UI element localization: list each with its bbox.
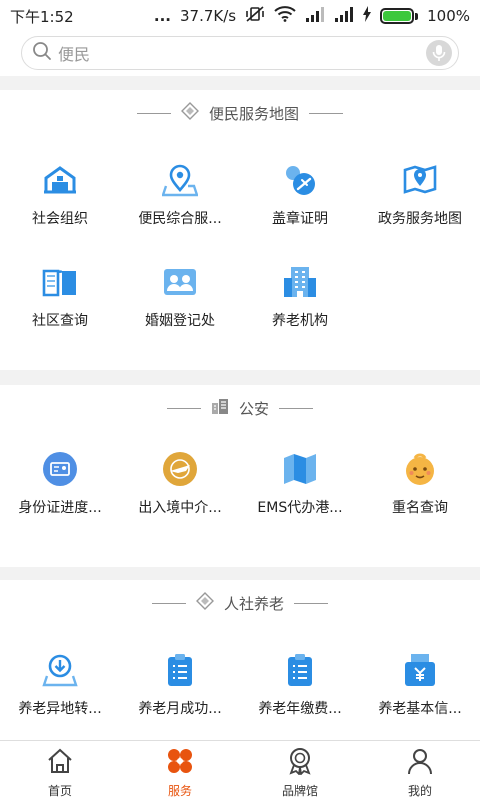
search-area: 便民: [0, 32, 480, 76]
globe-plane-icon: [162, 451, 198, 487]
service-ems-hk-permit[interactable]: EMS代办港...: [240, 425, 360, 527]
section-public-security: 公安 身份证进度... 出入境中介... EMS代办港... 重名查询: [0, 385, 480, 567]
map-pin-icon: [402, 162, 438, 198]
signal-icon-1: [305, 6, 325, 26]
service-label: 养老年缴费...: [258, 701, 342, 717]
battery-icon: [380, 8, 419, 24]
clipboard-list-icon: [162, 652, 198, 688]
tab-label: 我的: [407, 784, 432, 798]
location-pin-icon: [162, 162, 198, 198]
bottom-tab-bar: 首页 服务 品牌馆 我的: [0, 740, 480, 800]
baby-face-icon: [402, 451, 438, 487]
seal-stamp-icon: [282, 162, 318, 198]
profile-icon: [406, 747, 434, 779]
service-marriage-registry[interactable]: 婚姻登记处: [120, 238, 240, 340]
service-pension-basic-info[interactable]: 养老基本信...: [360, 626, 480, 728]
service-label: 便民综合服...: [138, 211, 222, 227]
service-pension-annual-payment[interactable]: 养老年缴费...: [240, 626, 360, 728]
tab-mine[interactable]: 我的: [360, 741, 480, 800]
home-icon: [46, 747, 74, 779]
charging-icon: [363, 6, 372, 26]
building-icon: [282, 264, 318, 300]
service-pension-transfer[interactable]: 养老异地转...: [0, 626, 120, 728]
service-social-organization[interactable]: 社会组织: [0, 136, 120, 238]
service-label: 婚姻登记处: [145, 313, 215, 329]
book-icon: [42, 264, 78, 300]
section-social-security-pension: 人社养老 养老异地转... 养老月成功... 养老年缴费... 养老基本信...: [0, 580, 480, 740]
section-convenience-map: 便民服务地图 社会组织 便民综合服... 盖章证明 政务服务地图 社区查询 婚姻…: [0, 90, 480, 370]
status-bar: 下午1:52 ... 37.7K/s 100%: [0, 0, 480, 32]
tab-label: 品牌馆: [281, 784, 318, 798]
service-community-query[interactable]: 社区查询: [0, 238, 120, 340]
search-input[interactable]: 便民: [21, 36, 459, 70]
service-exit-entry-agency[interactable]: 出入境中介...: [120, 425, 240, 527]
folded-map-icon: [282, 451, 318, 487]
section-title: 公安: [238, 399, 269, 418]
tab-home[interactable]: 首页: [0, 741, 120, 800]
service-id-card-progress[interactable]: 身份证进度...: [0, 425, 120, 527]
voice-search-button[interactable]: [426, 40, 452, 66]
couple-photo-icon: [162, 264, 198, 300]
network-speed: 37.7K/s: [180, 7, 237, 25]
tab-label: 服务: [167, 784, 192, 798]
wifi-icon: [274, 6, 296, 26]
clipboard-list-icon: [282, 652, 318, 688]
yuan-printer-icon: [402, 652, 438, 688]
status-time: 下午1:52: [10, 7, 74, 26]
diamond-icon: [195, 592, 214, 614]
vibrate-off-icon: [245, 5, 265, 27]
download-tray-icon: [42, 652, 78, 688]
services-icon: [166, 747, 194, 779]
house-icon: [42, 162, 78, 198]
id-card-icon: [42, 451, 78, 487]
search-placeholder: 便民: [58, 45, 91, 64]
service-label: 社区查询: [32, 313, 88, 329]
service-pension-monthly-success[interactable]: 养老月成功...: [120, 626, 240, 728]
service-label: 社会组织: [32, 211, 88, 227]
tab-services[interactable]: 服务: [120, 741, 240, 800]
microphone-icon: [432, 45, 446, 61]
diamond-icon: [180, 102, 199, 124]
brand-medal-icon: [286, 747, 314, 779]
service-label: 身份证进度...: [18, 500, 102, 516]
battery-percent: 100%: [427, 7, 470, 25]
service-label: EMS代办港...: [257, 500, 343, 516]
section-title: 人社养老: [223, 594, 284, 613]
service-convenience-comprehensive[interactable]: 便民综合服...: [120, 136, 240, 238]
service-label: 养老月成功...: [138, 701, 222, 717]
service-label: 养老机构: [272, 313, 328, 329]
status-indicators: ... 37.7K/s 100%: [154, 5, 470, 27]
tab-brand-hall[interactable]: 品牌馆: [240, 741, 360, 800]
notification-dots: ...: [153, 7, 171, 25]
signal-icon-2: [334, 6, 354, 26]
service-label: 重名查询: [392, 500, 448, 516]
service-duplicate-name-query[interactable]: 重名查询: [360, 425, 480, 527]
section-title: 便民服务地图: [208, 104, 299, 123]
service-elderly-institution[interactable]: 养老机构: [240, 238, 360, 340]
service-label: 政务服务地图: [378, 211, 462, 227]
section-header: 便民服务地图: [0, 90, 480, 136]
tab-label: 首页: [47, 784, 72, 798]
service-label: 出入境中介...: [138, 500, 222, 516]
search-icon: [32, 41, 52, 65]
service-label: 盖章证明: [272, 211, 328, 227]
service-label: 养老基本信...: [378, 701, 462, 717]
section-header: 人社养老: [0, 580, 480, 626]
office-building-icon: [211, 397, 229, 419]
service-government-map[interactable]: 政务服务地图: [360, 136, 480, 238]
service-seal-certificate[interactable]: 盖章证明: [240, 136, 360, 238]
service-label: 养老异地转...: [18, 701, 102, 717]
